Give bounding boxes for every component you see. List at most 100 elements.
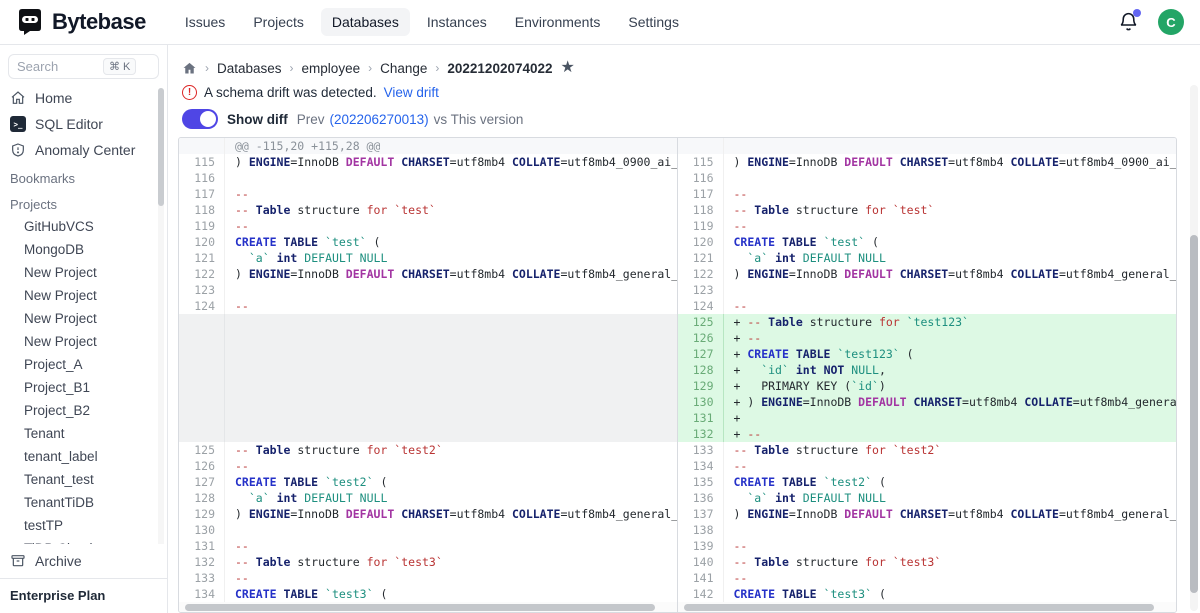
- code-line: --: [724, 186, 748, 202]
- sidebar-project-item[interactable]: GitHubVCS: [0, 215, 167, 238]
- diff-code-row: 115) ENGINE=InnoDB DEFAULT CHARSET=utf8m…: [179, 154, 677, 170]
- code-line: -- Table structure for `test`: [724, 202, 935, 218]
- code-line: + -- Table structure for `test123`: [724, 314, 969, 330]
- sidebar-item-archive[interactable]: Archive: [0, 544, 167, 578]
- search-box[interactable]: ⌘ K: [8, 54, 159, 79]
- line-number: [179, 394, 225, 410]
- diff-spacer-row: [179, 314, 677, 330]
- code-line: --: [724, 458, 748, 474]
- code-line: [225, 346, 235, 362]
- sidebar-project-item[interactable]: Tenant_test: [0, 468, 167, 491]
- line-number: 130: [179, 522, 225, 538]
- code-line: --: [724, 218, 748, 234]
- nav-item-projects[interactable]: Projects: [242, 8, 315, 36]
- sidebar-item-home[interactable]: Home: [0, 85, 167, 111]
- sidebar-project-item[interactable]: tenant_label: [0, 445, 167, 468]
- sidebar-project-item[interactable]: Tenant: [0, 422, 167, 445]
- diff-code-row: 125+ -- Table structure for `test123`: [678, 314, 1177, 330]
- sidebar-project-item[interactable]: New Project: [0, 261, 167, 284]
- line-number: 137: [678, 506, 724, 522]
- code-line: --: [724, 298, 748, 314]
- diff-code-row: 136 `a` int DEFAULT NULL: [678, 490, 1177, 506]
- search-input[interactable]: [17, 59, 103, 74]
- sidebar-project-item[interactable]: Project_A: [0, 353, 167, 376]
- diff-hunk-header: [678, 138, 1177, 154]
- sidebar-scrollbar[interactable]: [158, 88, 164, 544]
- diff-code-row: 138: [678, 522, 1177, 538]
- line-number: [179, 362, 225, 378]
- bookmark-star-icon[interactable]: ★: [561, 60, 575, 76]
- code-line: `a` int DEFAULT NULL: [724, 490, 886, 506]
- sidebar-item-anomaly-center[interactable]: Anomaly Center: [0, 137, 167, 163]
- sidebar-project-item[interactable]: New Project: [0, 307, 167, 330]
- line-number: 136: [678, 490, 724, 506]
- nav-item-issues[interactable]: Issues: [174, 8, 236, 36]
- sidebar-project-item[interactable]: New Project: [0, 284, 167, 307]
- line-number: 116: [179, 170, 225, 186]
- line-number: 132: [678, 426, 724, 442]
- line-number: 120: [678, 234, 724, 250]
- line-number: 132: [179, 554, 225, 570]
- show-diff-toggle[interactable]: [182, 109, 218, 129]
- diff-code-row: 129+ PRIMARY KEY (`id`): [678, 378, 1177, 394]
- breadcrumb-item[interactable]: Databases: [217, 61, 282, 76]
- sidebar-project-item[interactable]: Project_B2: [0, 399, 167, 422]
- line-number: 124: [678, 298, 724, 314]
- diff-code-row: 123: [678, 282, 1177, 298]
- diff-spacer-row: [179, 394, 677, 410]
- line-number: 126: [678, 330, 724, 346]
- diff-spacer-row: [179, 410, 677, 426]
- home-icon[interactable]: [182, 61, 197, 76]
- sidebar-project-item[interactable]: MongoDB: [0, 238, 167, 261]
- diff-spacer-row: [179, 378, 677, 394]
- code-line: ) ENGINE=InnoDB DEFAULT CHARSET=utf8mb4 …: [225, 154, 677, 170]
- right-hscrollbar[interactable]: [678, 602, 1177, 613]
- avatar[interactable]: C: [1158, 9, 1184, 35]
- code-line: + PRIMARY KEY (`id`): [724, 378, 886, 394]
- nav-item-instances[interactable]: Instances: [416, 8, 498, 36]
- line-number: [179, 138, 225, 154]
- nav-item-databases[interactable]: Databases: [321, 8, 410, 36]
- breadcrumb-item[interactable]: Change: [380, 61, 427, 76]
- sidebar-project-item[interactable]: TenantTiDB: [0, 491, 167, 514]
- prev-version-link[interactable]: (202206270013): [330, 112, 429, 127]
- view-drift-link[interactable]: View drift: [384, 85, 439, 100]
- sidebar-project-item[interactable]: testTP: [0, 514, 167, 537]
- diff-code-row: 123: [179, 282, 677, 298]
- code-line: ) ENGINE=InnoDB DEFAULT CHARSET=utf8mb4 …: [225, 266, 677, 282]
- line-number: 118: [179, 202, 225, 218]
- breadcrumb-separator: ›: [290, 61, 294, 75]
- line-number: [179, 378, 225, 394]
- notification-dot: [1133, 9, 1141, 17]
- page-vscrollbar[interactable]: [1190, 85, 1198, 611]
- diff-code-row: 133--: [179, 570, 677, 586]
- sidebar-project-item[interactable]: TiDB Cloud: [0, 537, 167, 544]
- line-number: 123: [678, 282, 724, 298]
- line-number: 133: [678, 442, 724, 458]
- nav-item-settings[interactable]: Settings: [617, 8, 690, 36]
- search-shortcut-badge: ⌘ K: [103, 58, 136, 75]
- breadcrumb-separator: ›: [205, 61, 209, 75]
- nav-item-environments[interactable]: Environments: [504, 8, 612, 36]
- breadcrumb-item[interactable]: 20221202074022: [447, 61, 552, 76]
- notifications-button[interactable]: [1118, 11, 1140, 33]
- line-number: [179, 346, 225, 362]
- code-line: + --: [724, 330, 762, 346]
- diff-code-row: 124--: [678, 298, 1177, 314]
- sidebar-item-sql-editor[interactable]: >_SQL Editor: [0, 111, 167, 137]
- diff-spacer-row: [179, 426, 677, 442]
- breadcrumb-item[interactable]: employee: [302, 61, 361, 76]
- line-number: 117: [678, 186, 724, 202]
- code-line: [225, 522, 235, 538]
- line-number: [179, 314, 225, 330]
- code-line: [225, 170, 235, 186]
- line-number: 142: [678, 586, 724, 602]
- sidebar-project-item[interactable]: Project_B1: [0, 376, 167, 399]
- line-number: 119: [179, 218, 225, 234]
- code-line: + `id` int NOT NULL,: [724, 362, 886, 378]
- left-hscrollbar[interactable]: [179, 602, 677, 613]
- line-number: 129: [678, 378, 724, 394]
- diff-code-row: 119--: [678, 218, 1177, 234]
- brand[interactable]: Bytebase: [16, 8, 146, 36]
- sidebar-project-item[interactable]: New Project: [0, 330, 167, 353]
